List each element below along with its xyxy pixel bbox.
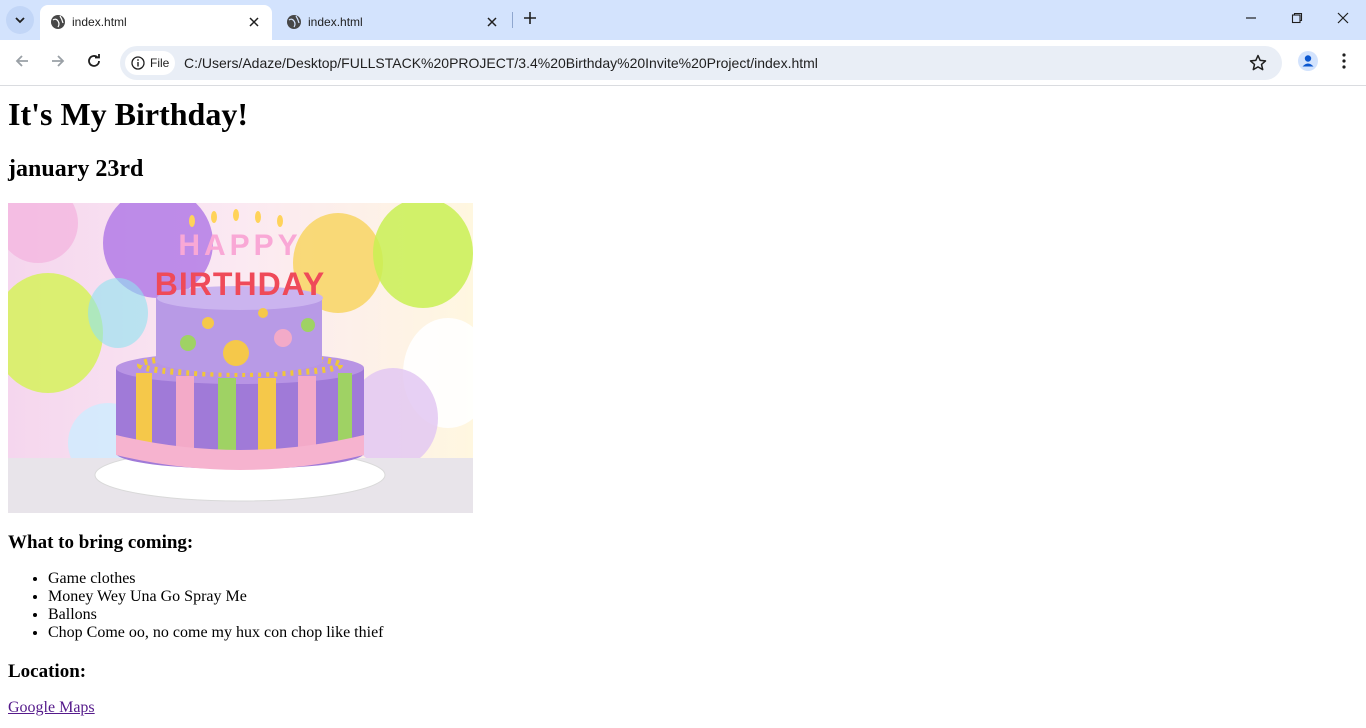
forward-button[interactable] — [44, 49, 72, 77]
google-maps-link[interactable]: Google Maps — [8, 699, 95, 716]
location-heading: Location: — [8, 661, 87, 682]
restore-icon — [1291, 11, 1303, 29]
star-icon[interactable] — [1248, 53, 1268, 73]
svg-text:HAPPY: HAPPY — [178, 229, 301, 262]
map-link-paragraph: Google Maps — [8, 699, 1358, 717]
reload-icon — [86, 53, 102, 74]
chevron-down-icon — [6, 6, 34, 34]
birthday-cake-image: HAPPY BIRTHDAY — [8, 203, 473, 513]
tab-inactive[interactable]: index.html — [276, 5, 510, 40]
url-text[interactable]: C:/Users/Adaze/Desktop/FULLSTACK%20PROJE… — [184, 55, 818, 71]
back-arrow-icon — [14, 53, 30, 74]
minimize-button[interactable] — [1228, 0, 1274, 40]
address-bar[interactable]: File C:/Users/Adaze/Desktop/FULLSTACK%20… — [120, 46, 1282, 80]
list-item: Money Wey Una Go Spray Me — [48, 588, 1358, 606]
tab-strip: index.html index.html — [0, 0, 1366, 40]
list-item: Chop Come oo, no come my hux con chop li… — [48, 624, 1358, 642]
profile-button[interactable] — [1294, 49, 1322, 77]
close-window-icon — [1337, 11, 1349, 29]
event-date: january 23rd — [8, 156, 144, 182]
tab-separator — [512, 12, 513, 28]
profile-icon — [1298, 50, 1318, 76]
close-icon[interactable] — [244, 12, 264, 32]
globe-icon — [286, 14, 302, 30]
menu-button[interactable] — [1330, 49, 1358, 77]
browser-toolbar: File C:/Users/Adaze/Desktop/FULLSTACK%20… — [0, 40, 1366, 86]
candle-letters: HAPPY BIRTHDAY — [155, 229, 325, 302]
forward-arrow-icon — [50, 53, 66, 74]
minimize-icon — [1245, 11, 1257, 29]
close-icon[interactable] — [482, 12, 502, 32]
bring-heading: What to bring coming: — [8, 532, 194, 553]
plus-icon — [523, 11, 537, 30]
list-item: Ballons — [48, 606, 1358, 624]
page-content: It's My Birthday! january 23rd HAPPY BIR… — [0, 87, 1366, 728]
close-window-button[interactable] — [1320, 0, 1366, 40]
globe-icon — [50, 14, 66, 30]
bring-list: Game clothes Money Wey Una Go Spray Me B… — [8, 570, 1358, 642]
info-icon — [131, 56, 145, 70]
kebab-menu-icon — [1342, 52, 1346, 74]
chip-label: File — [150, 56, 170, 70]
reload-button[interactable] — [80, 49, 108, 77]
list-item: Game clothes — [48, 570, 1358, 588]
tab-title: index.html — [72, 15, 127, 29]
tab-search-button[interactable] — [6, 6, 34, 34]
site-info-chip[interactable]: File — [125, 51, 175, 75]
back-button[interactable] — [8, 49, 36, 77]
page-title: It's My Birthday! — [8, 96, 248, 132]
restore-button[interactable] — [1274, 0, 1320, 40]
tab-active[interactable]: index.html — [40, 5, 272, 40]
svg-text:BIRTHDAY: BIRTHDAY — [155, 266, 325, 302]
new-tab-button[interactable] — [518, 8, 542, 32]
tab-title: index.html — [308, 15, 363, 29]
